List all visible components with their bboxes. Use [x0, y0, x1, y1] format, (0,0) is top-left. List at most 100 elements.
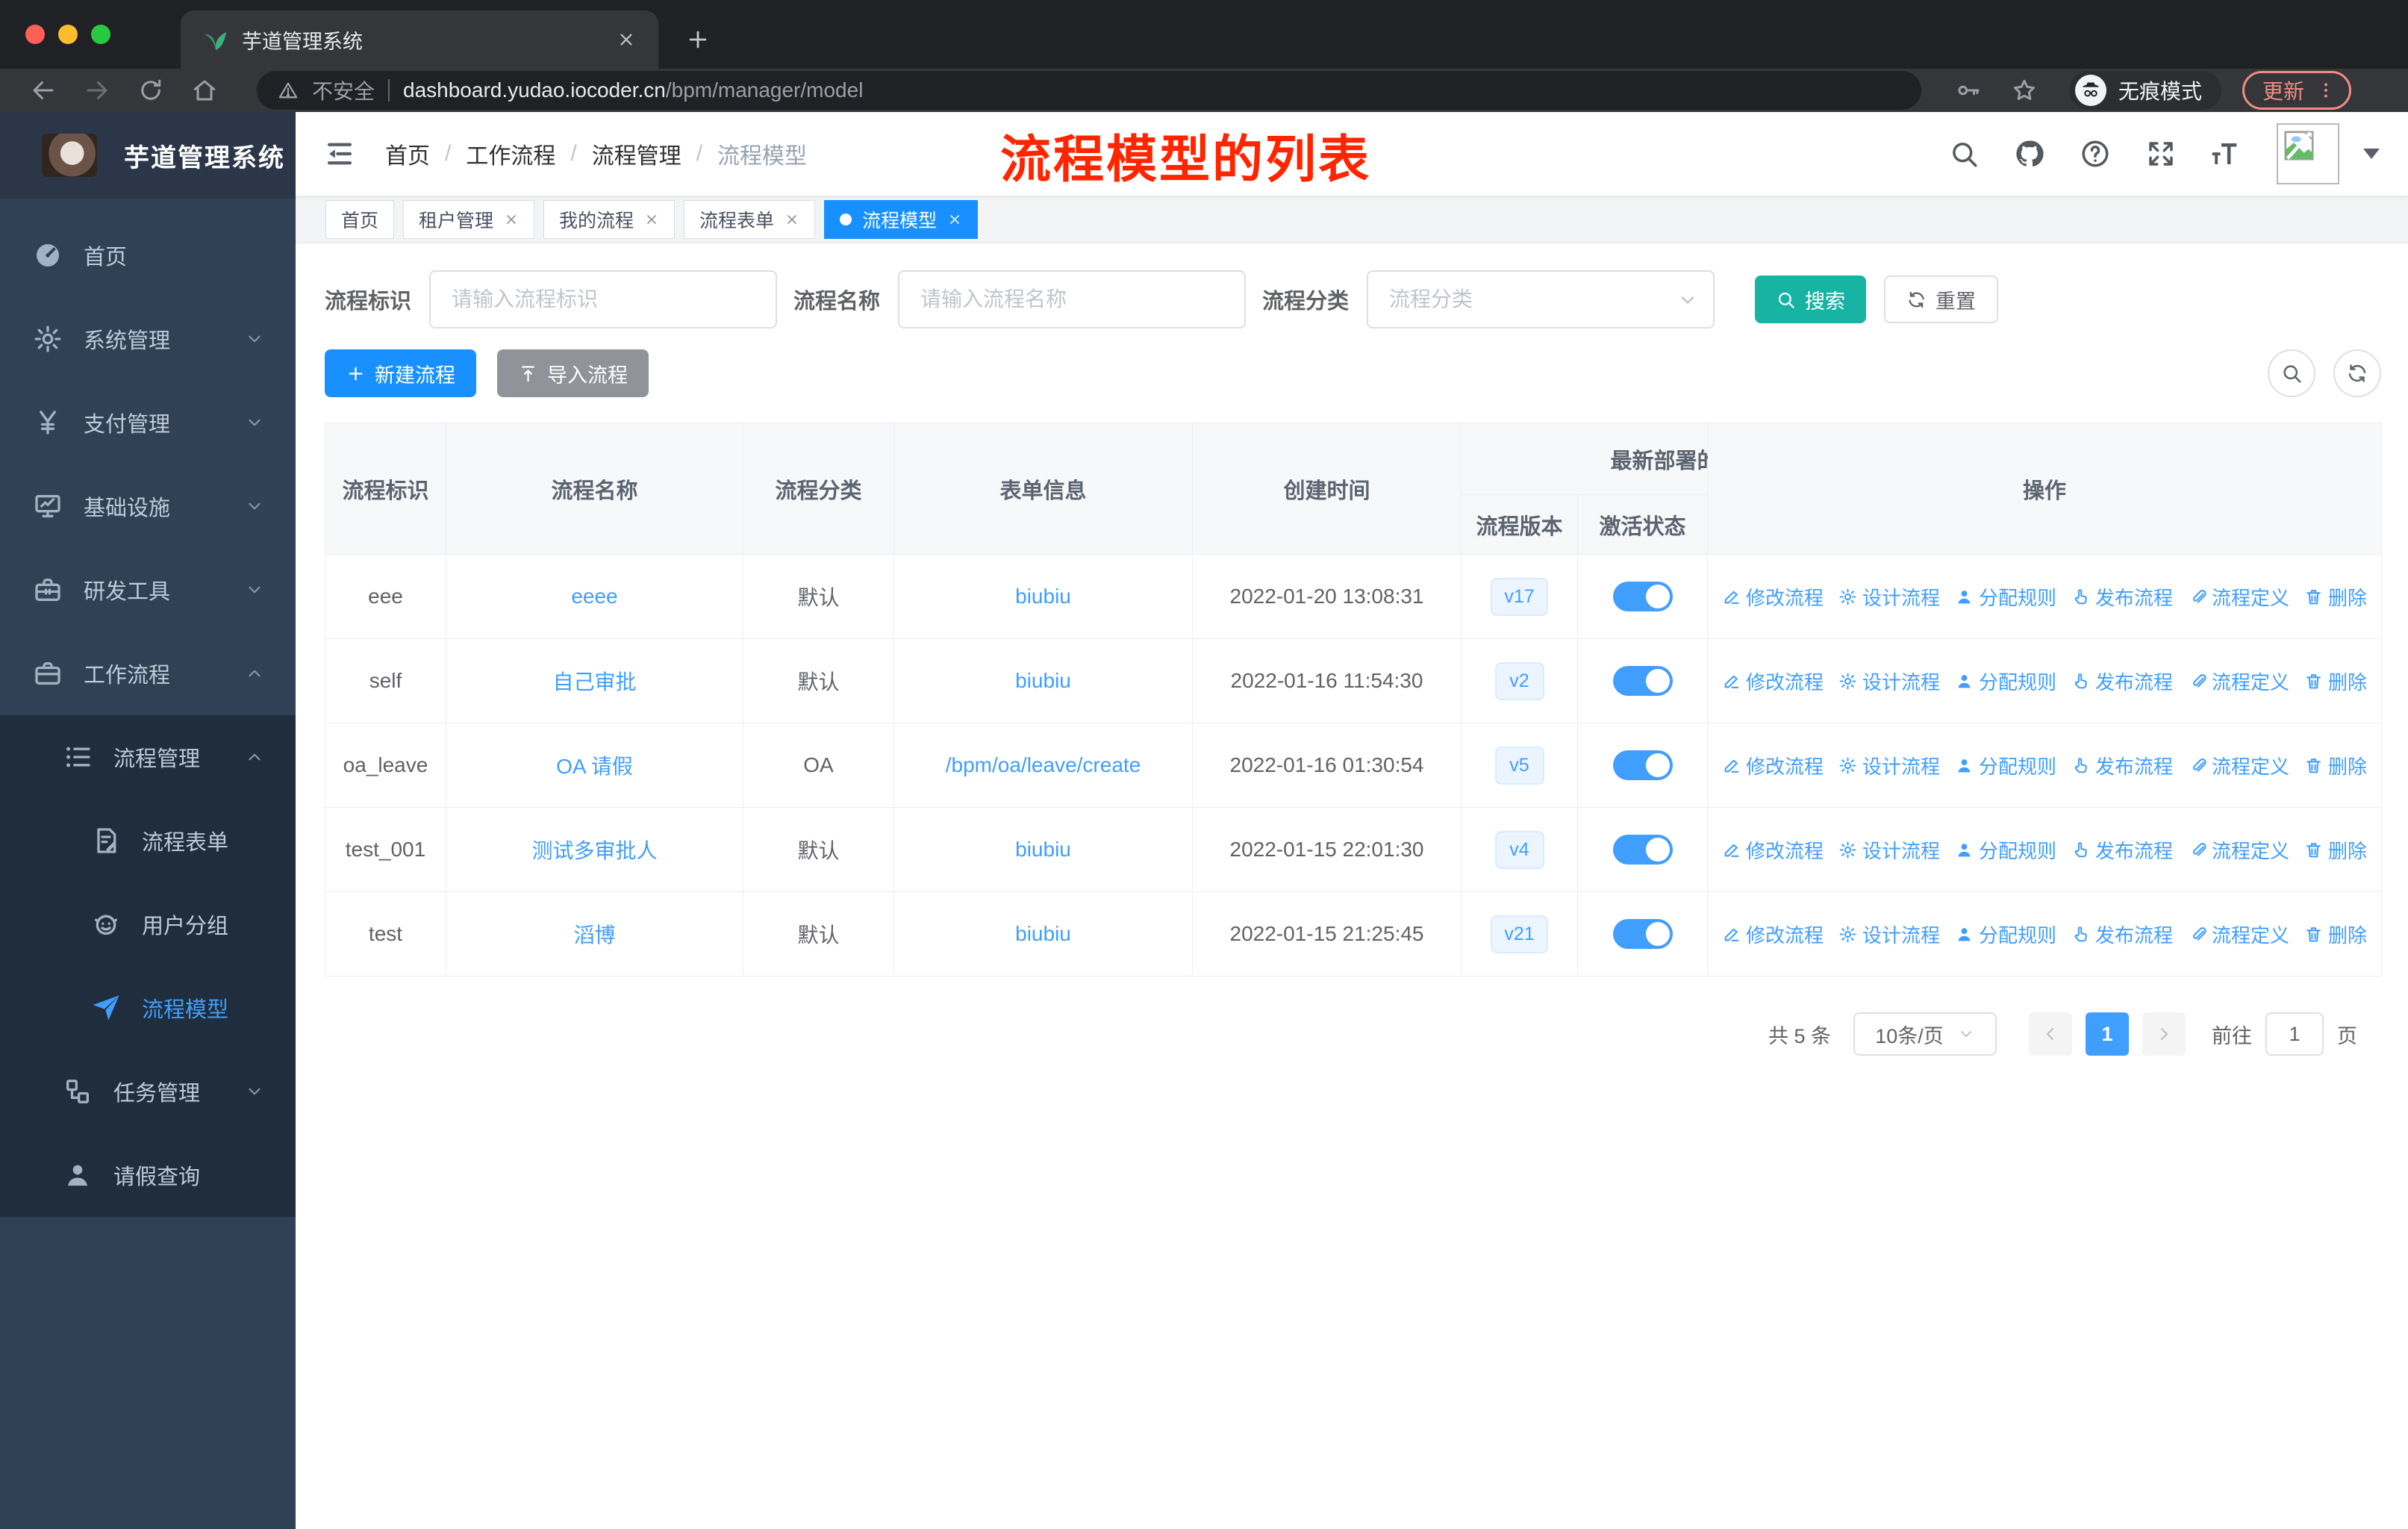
breadcrumb-item[interactable]: 工作流程	[466, 137, 555, 170]
security-warning-icon[interactable]	[278, 80, 299, 101]
breadcrumb-item[interactable]: 流程管理	[592, 137, 681, 170]
process-name-link[interactable]: OA 请假	[556, 755, 633, 778]
url-bar[interactable]: 不安全 dashboard.yudao.iocoder.cn/bpm/manag…	[257, 71, 1921, 110]
home-icon[interactable]	[191, 77, 218, 104]
form-info-link[interactable]: biubiu	[1015, 669, 1071, 692]
process-name-link[interactable]: 测试多审批人	[531, 839, 657, 862]
update-button[interactable]: 更新	[2242, 71, 2352, 110]
maximize-window-button[interactable]	[91, 25, 110, 44]
action-flow-definition[interactable]: 流程定义	[2188, 752, 2289, 779]
sidebar-item-workflow[interactable]: 工作流程	[0, 632, 296, 715]
action-assign-rule[interactable]: 分配规则	[1955, 836, 2056, 864]
page-size-select[interactable]: 10条/页	[1853, 1012, 1997, 1056]
sidebar-item-process-manage[interactable]: 流程管理	[0, 715, 296, 799]
new-process-button[interactable]: 新建流程	[325, 349, 476, 397]
tag-close-icon[interactable]	[504, 212, 519, 227]
tag-流程表单[interactable]: 流程表单	[684, 199, 816, 239]
tag-close-icon[interactable]	[644, 212, 659, 227]
action-publish-flow[interactable]: 发布流程	[2071, 583, 2173, 611]
action-design-flow[interactable]: 设计流程	[1838, 667, 1940, 695]
action-delete[interactable]: 删除	[2304, 836, 2367, 864]
form-info-link[interactable]: biubiu	[1015, 585, 1071, 608]
action-design-flow[interactable]: 设计流程	[1838, 583, 1940, 611]
sidebar-item-payment[interactable]: 支付管理	[0, 381, 296, 464]
back-icon[interactable]	[30, 77, 57, 104]
active-toggle[interactable]	[1612, 919, 1673, 949]
sidebar-item-task-manage[interactable]: 任务管理	[0, 1050, 296, 1133]
action-delete[interactable]: 删除	[2304, 921, 2367, 948]
import-process-button[interactable]: 导入流程	[497, 349, 649, 397]
browser-menu-dots-icon[interactable]	[2316, 81, 2336, 100]
search-icon[interactable]	[1948, 138, 1980, 169]
browser-tab[interactable]: 芋道管理系统	[181, 10, 658, 69]
user-avatar[interactable]	[2277, 123, 2339, 184]
search-button[interactable]: 搜索	[1755, 275, 1867, 323]
key-icon[interactable]	[1956, 77, 1983, 104]
action-flow-definition[interactable]: 流程定义	[2188, 583, 2289, 611]
form-info-link[interactable]: biubiu	[1015, 922, 1071, 945]
github-icon[interactable]	[2014, 138, 2045, 169]
action-edit-flow[interactable]: 修改流程	[1722, 583, 1824, 611]
avatar-caret-icon[interactable]	[2363, 149, 2380, 159]
action-edit-flow[interactable]: 修改流程	[1722, 667, 1824, 695]
action-delete[interactable]: 删除	[2304, 752, 2367, 779]
sidebar-item-system[interactable]: 系统管理	[0, 297, 296, 381]
bookmark-star-icon[interactable]	[2011, 77, 2038, 104]
action-design-flow[interactable]: 设计流程	[1838, 836, 1940, 864]
action-assign-rule[interactable]: 分配规则	[1955, 921, 2056, 948]
tab-close-icon[interactable]	[617, 30, 636, 49]
tag-close-icon[interactable]	[947, 212, 962, 227]
active-toggle[interactable]	[1612, 582, 1673, 611]
help-icon[interactable]	[2080, 138, 2111, 169]
form-info-link[interactable]: biubiu	[1015, 838, 1071, 861]
hamburger-icon[interactable]	[324, 138, 355, 169]
sidebar-item-user-group[interactable]: 用户分组	[0, 882, 296, 966]
process-name-link[interactable]: 滔博	[573, 924, 615, 947]
action-publish-flow[interactable]: 发布流程	[2071, 836, 2173, 864]
refresh-table-button[interactable]	[2333, 349, 2381, 397]
next-page-button[interactable]	[2142, 1012, 2186, 1056]
action-publish-flow[interactable]: 发布流程	[2071, 667, 2173, 695]
action-flow-definition[interactable]: 流程定义	[2188, 921, 2289, 948]
font-size-icon[interactable]	[2211, 138, 2242, 169]
tag-我的流程[interactable]: 我的流程	[543, 199, 676, 239]
process-name-link[interactable]: eeee	[571, 585, 617, 608]
tag-流程模型[interactable]: 流程模型	[824, 199, 979, 239]
active-toggle[interactable]	[1612, 750, 1673, 780]
action-edit-flow[interactable]: 修改流程	[1722, 752, 1824, 779]
toggle-search-button[interactable]	[2268, 349, 2315, 397]
forward-icon[interactable]	[84, 77, 110, 104]
sidebar-item-infra[interactable]: 基础设施	[0, 464, 296, 548]
action-assign-rule[interactable]: 分配规则	[1955, 667, 2056, 695]
action-design-flow[interactable]: 设计流程	[1838, 921, 1940, 948]
process-name-input[interactable]	[898, 270, 1247, 328]
form-info-link[interactable]: /bpm/oa/leave/create	[946, 753, 1141, 776]
tag-首页[interactable]: 首页	[325, 199, 395, 239]
action-edit-flow[interactable]: 修改流程	[1722, 921, 1824, 948]
action-delete[interactable]: 删除	[2304, 667, 2367, 695]
breadcrumb-item[interactable]: 首页	[385, 137, 430, 170]
sidebar-item-home[interactable]: 首页	[0, 214, 296, 297]
new-tab-button[interactable]	[685, 27, 711, 52]
prev-page-button[interactable]	[2029, 1012, 2072, 1056]
action-delete[interactable]: 删除	[2304, 583, 2367, 611]
goto-page-input[interactable]	[2265, 1012, 2324, 1056]
process-name-link[interactable]: 自己审批	[552, 670, 636, 694]
tag-close-icon[interactable]	[785, 212, 799, 227]
active-toggle[interactable]	[1612, 835, 1673, 865]
reload-icon[interactable]	[137, 77, 164, 104]
process-key-input[interactable]	[429, 270, 778, 328]
sidebar-item-devtools[interactable]: 研发工具	[0, 548, 296, 632]
reset-button[interactable]: 重置	[1884, 275, 1999, 323]
action-edit-flow[interactable]: 修改流程	[1722, 836, 1824, 864]
sidebar-item-process-model[interactable]: 流程模型	[0, 966, 296, 1050]
process-category-select[interactable]	[1367, 270, 1715, 328]
action-publish-flow[interactable]: 发布流程	[2071, 752, 2173, 779]
action-flow-definition[interactable]: 流程定义	[2188, 836, 2289, 864]
tag-租户管理[interactable]: 租户管理	[403, 199, 535, 239]
active-toggle[interactable]	[1612, 666, 1673, 696]
close-window-button[interactable]	[25, 25, 45, 44]
current-page[interactable]: 1	[2086, 1012, 2129, 1056]
action-assign-rule[interactable]: 分配规则	[1955, 583, 2056, 611]
action-flow-definition[interactable]: 流程定义	[2188, 667, 2289, 695]
